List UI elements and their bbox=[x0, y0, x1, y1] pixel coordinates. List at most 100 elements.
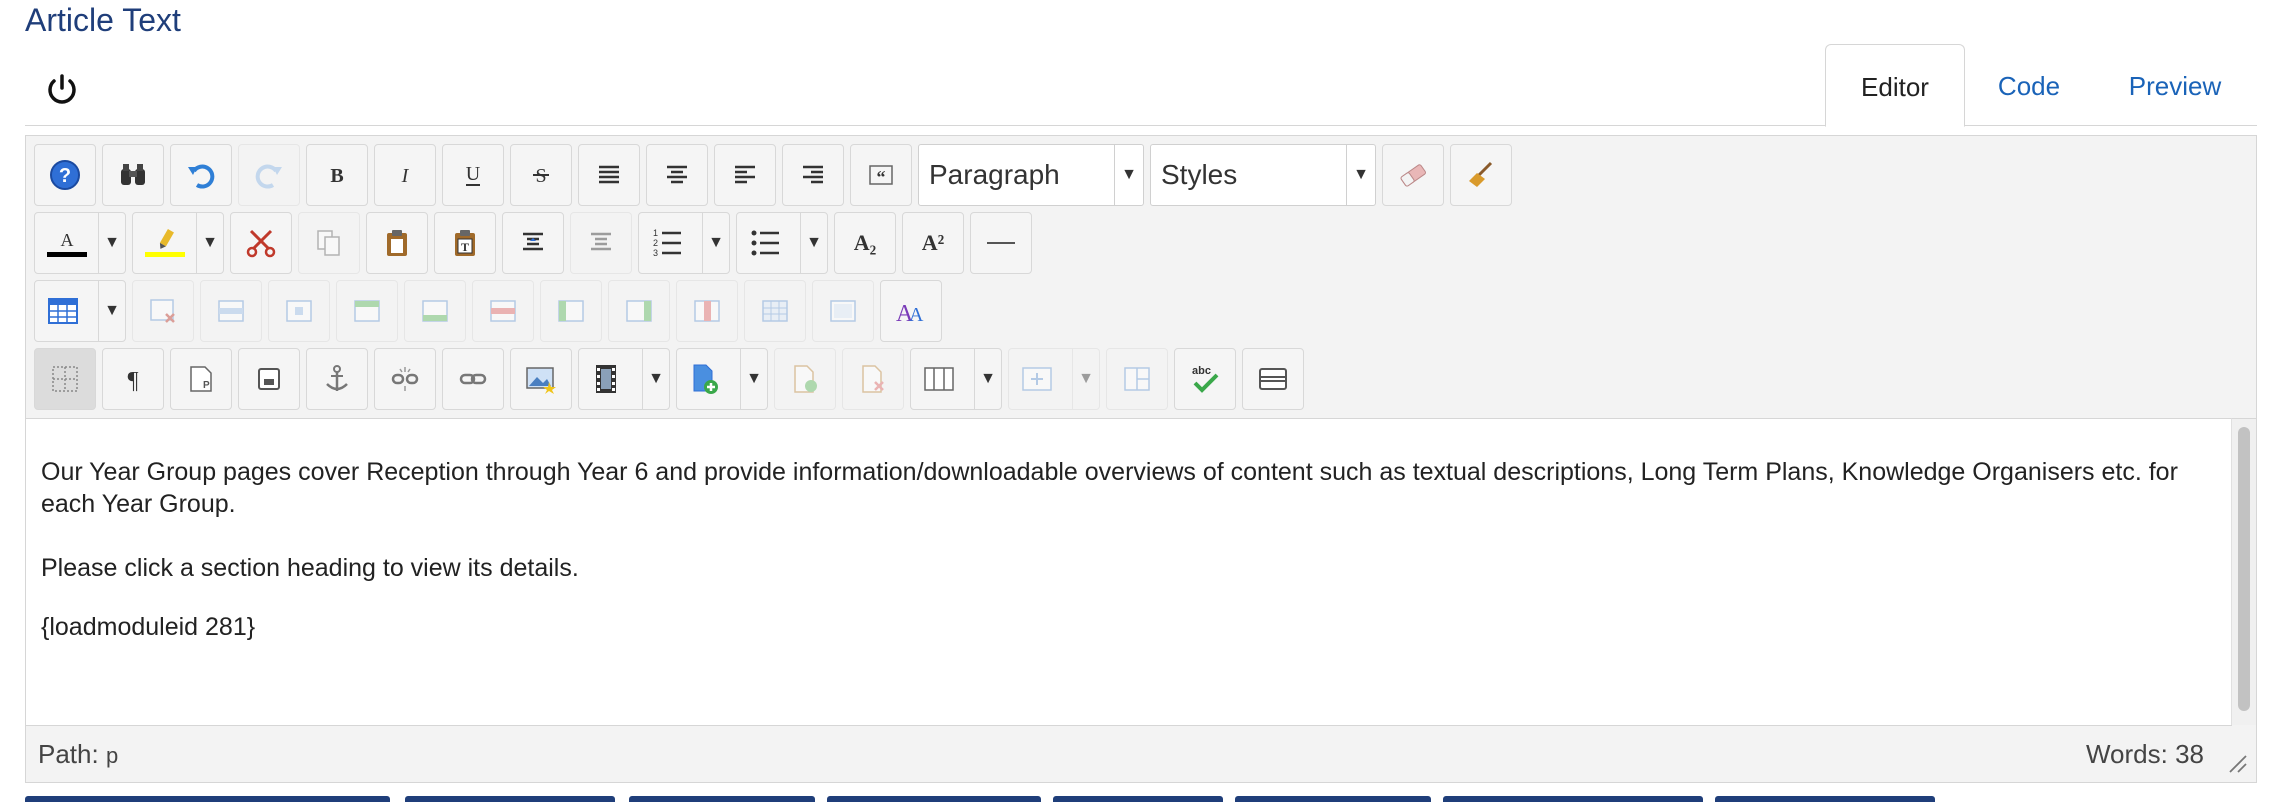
insert-col-before-icon bbox=[558, 300, 584, 322]
table-row-props-button[interactable] bbox=[200, 280, 262, 342]
content-paragraph-3[interactable]: {loadmoduleid 281} bbox=[41, 611, 2212, 643]
chevron-down-icon[interactable]: ▼ bbox=[196, 213, 223, 273]
paste-button[interactable] bbox=[366, 212, 428, 274]
svg-text:3: 3 bbox=[653, 248, 658, 258]
chevron-down-icon[interactable]: ▼ bbox=[1072, 349, 1099, 409]
bottom-button-4[interactable] bbox=[827, 796, 1041, 802]
layout-button[interactable]: ▼ bbox=[1008, 348, 1100, 410]
svg-text:2: 2 bbox=[653, 238, 658, 248]
editor-content-area[interactable]: Our Year Group pages cover Reception thr… bbox=[26, 418, 2232, 726]
page-title: Article Text bbox=[25, 2, 181, 38]
align-right-button[interactable] bbox=[782, 144, 844, 206]
insert-row-before-icon bbox=[354, 300, 380, 322]
insert-template-button[interactable]: P bbox=[170, 348, 232, 410]
font-color-button[interactable]: A ▼ bbox=[34, 212, 126, 274]
insert-file-button[interactable]: ▼ bbox=[676, 348, 768, 410]
chevron-down-icon[interactable]: ▼ bbox=[702, 213, 729, 273]
align-center-button[interactable] bbox=[646, 144, 708, 206]
spellcheck-icon: abc bbox=[1192, 365, 1219, 393]
bottom-button-8[interactable] bbox=[1715, 796, 1935, 802]
superscript-button[interactable]: A² bbox=[902, 212, 964, 274]
blockquote-button[interactable]: “ bbox=[850, 144, 912, 206]
show-invisibles-button[interactable]: ¶ bbox=[102, 348, 164, 410]
cleanup-button[interactable] bbox=[1450, 144, 1512, 206]
page-break-button[interactable] bbox=[1242, 348, 1304, 410]
save-button[interactable] bbox=[238, 348, 300, 410]
template-icon: P bbox=[190, 366, 212, 392]
tab-editor[interactable]: Editor bbox=[1825, 44, 1965, 127]
underline-button[interactable]: U bbox=[442, 144, 504, 206]
bullet-list-button[interactable]: ▼ bbox=[736, 212, 828, 274]
strikethrough-button[interactable]: S bbox=[510, 144, 572, 206]
tab-preview[interactable]: Preview bbox=[2105, 44, 2245, 125]
film-icon bbox=[596, 365, 616, 393]
resize-handle-icon[interactable] bbox=[2226, 752, 2248, 774]
delete-row-button[interactable] bbox=[472, 280, 534, 342]
content-scrollbar[interactable] bbox=[2231, 418, 2256, 725]
superscript-icon: A² bbox=[921, 230, 945, 255]
delete-table-button[interactable] bbox=[132, 280, 194, 342]
insert-layer-button[interactable] bbox=[774, 348, 836, 410]
font-size-button[interactable]: AA bbox=[880, 280, 942, 342]
help-button[interactable]: ? bbox=[34, 144, 96, 206]
bottom-button-3[interactable] bbox=[629, 796, 815, 802]
redo-button[interactable] bbox=[238, 144, 300, 206]
chevron-down-icon[interactable]: ▼ bbox=[98, 213, 125, 273]
split-cells-button[interactable] bbox=[744, 280, 806, 342]
italic-button[interactable]: I bbox=[374, 144, 436, 206]
copy-button[interactable] bbox=[298, 212, 360, 274]
remove-format-button[interactable] bbox=[1382, 144, 1444, 206]
chevron-down-icon[interactable]: ▼ bbox=[642, 349, 669, 409]
undo-button[interactable] bbox=[170, 144, 232, 206]
link-button[interactable] bbox=[442, 348, 504, 410]
bold-button[interactable]: B bbox=[306, 144, 368, 206]
chevron-down-icon[interactable]: ▼ bbox=[98, 281, 125, 341]
insert-image-button[interactable] bbox=[510, 348, 572, 410]
numbered-list-button[interactable]: 123 ▼ bbox=[638, 212, 730, 274]
insert-col-after-button[interactable] bbox=[608, 280, 670, 342]
insert-col-before-button[interactable] bbox=[540, 280, 602, 342]
bottom-button-7[interactable] bbox=[1443, 796, 1703, 802]
chevron-down-icon[interactable]: ▼ bbox=[740, 349, 767, 409]
paste-text-button[interactable]: T bbox=[434, 212, 496, 274]
horizontal-rule-button[interactable] bbox=[970, 212, 1032, 274]
bottom-button-1[interactable] bbox=[25, 796, 390, 802]
bottom-button-5[interactable] bbox=[1053, 796, 1223, 802]
svg-text:“: “ bbox=[877, 167, 886, 187]
find-replace-button[interactable] bbox=[102, 144, 164, 206]
subscript-button[interactable]: A₂ bbox=[834, 212, 896, 274]
cut-button[interactable] bbox=[230, 212, 292, 274]
highlight-color-button[interactable]: ▼ bbox=[132, 212, 224, 274]
content-paragraph-1[interactable]: Our Year Group pages cover Reception thr… bbox=[41, 456, 2212, 520]
bottom-button-6[interactable] bbox=[1235, 796, 1431, 802]
insert-media-button[interactable]: ▼ bbox=[578, 348, 670, 410]
path-element-p[interactable]: p bbox=[106, 743, 118, 768]
columns-button[interactable]: ▼ bbox=[910, 348, 1002, 410]
table-cell-props-button[interactable] bbox=[268, 280, 330, 342]
chevron-down-icon[interactable]: ▼ bbox=[974, 349, 1001, 409]
merge-cells-button[interactable] bbox=[812, 280, 874, 342]
visual-aid-button[interactable] bbox=[34, 348, 96, 410]
svg-text:I: I bbox=[401, 165, 410, 187]
delete-col-button[interactable] bbox=[676, 280, 738, 342]
table-button[interactable]: ▼ bbox=[34, 280, 126, 342]
bottom-button-2[interactable] bbox=[405, 796, 615, 802]
insert-row-after-button[interactable] bbox=[404, 280, 466, 342]
styles-select[interactable]: Styles ▼ bbox=[1150, 144, 1376, 206]
tab-code[interactable]: Code bbox=[1969, 44, 2089, 125]
unlink-button[interactable] bbox=[374, 348, 436, 410]
format-select[interactable]: Paragraph ▼ bbox=[918, 144, 1144, 206]
align-left-button[interactable] bbox=[714, 144, 776, 206]
chevron-down-icon[interactable]: ▼ bbox=[800, 213, 827, 273]
spellcheck-button[interactable]: abc bbox=[1174, 348, 1236, 410]
anchor-button[interactable] bbox=[306, 348, 368, 410]
insert-row-before-button[interactable] bbox=[336, 280, 398, 342]
remove-layer-button[interactable] bbox=[842, 348, 904, 410]
split-layout-button[interactable] bbox=[1106, 348, 1168, 410]
pilcrow-icon: ¶ bbox=[128, 368, 139, 394]
scrollbar-thumb[interactable] bbox=[2238, 427, 2250, 711]
indent-button[interactable] bbox=[502, 212, 564, 274]
outdent-button[interactable] bbox=[570, 212, 632, 274]
justify-full-button[interactable] bbox=[578, 144, 640, 206]
content-paragraph-2[interactable]: Please click a section heading to view i… bbox=[41, 552, 2212, 584]
